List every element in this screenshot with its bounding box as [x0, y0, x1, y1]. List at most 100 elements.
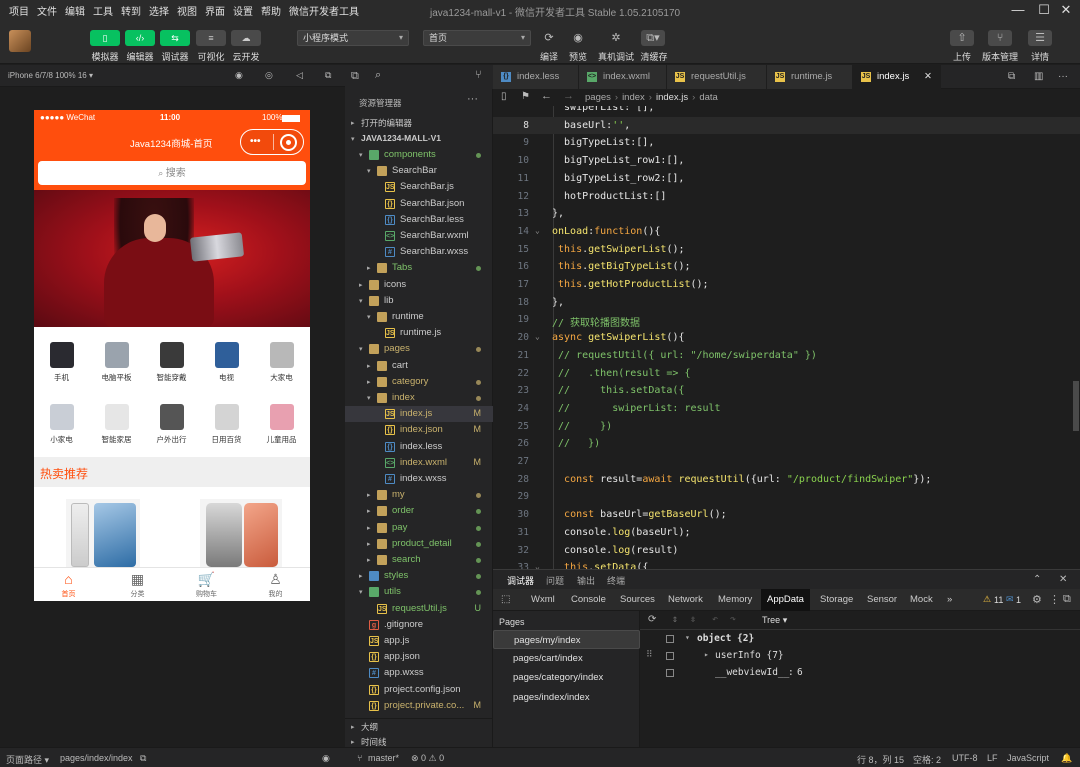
dock-icon[interactable]: ⧉ — [1063, 593, 1071, 606]
project-section[interactable]: ▾ JAVA1234-MALL-V1 — [345, 131, 493, 147]
tree-item[interactable]: ▸ styles — [345, 568, 493, 584]
code-line[interactable]: 33 ⌄ this.setData({ — [493, 559, 1080, 569]
tree-item[interactable]: # index.wxss — [345, 471, 493, 487]
code-line[interactable]: 14 ⌄ onLoad:function(){ — [493, 223, 1080, 241]
tree-item[interactable]: ▾ SearchBar — [345, 163, 493, 179]
drag-handle-icon[interactable]: ⠿ — [646, 650, 653, 660]
checkbox[interactable] — [666, 669, 674, 677]
toggle-sidebar-icon[interactable]: ▯ — [501, 91, 507, 102]
inspect-icon[interactable]: ⬚ — [501, 594, 510, 605]
tree-item[interactable]: # app.wxss — [345, 665, 493, 681]
search-input[interactable]: ⌕ 搜索 — [38, 161, 306, 185]
category-item[interactable]: 智能家居 — [89, 392, 144, 452]
home-icon[interactable]: ◎ — [265, 70, 273, 81]
code-line[interactable]: swiperList: [], — [493, 106, 1080, 117]
tree-item[interactable]: ▾ utils — [345, 584, 493, 600]
menu-item[interactable]: 工具 — [89, 3, 117, 18]
source-control-icon[interactable]: ⑂ — [475, 69, 482, 81]
eye-icon[interactable]: ◉ — [322, 753, 330, 764]
split-editor-icon[interactable]: ⧉ — [1008, 71, 1015, 82]
bookmark-icon[interactable]: ⚑ — [521, 91, 530, 102]
code-line[interactable]: 9 bigTypeList:[], — [493, 134, 1080, 152]
cloud-toggle[interactable]: ☁ — [231, 30, 261, 46]
tree-item[interactable]: JS app.js — [345, 633, 493, 649]
tree-item[interactable]: JS SearchBar.js — [345, 179, 493, 195]
tree-item[interactable]: ▸ pay — [345, 520, 493, 536]
category-item[interactable]: 智能穿戴 — [144, 330, 199, 390]
devtools-tab[interactable]: Memory — [718, 589, 752, 611]
indentation[interactable]: 空格: 2 — [913, 753, 941, 766]
code-line[interactable]: 17 this.getHotProductList(); — [493, 276, 1080, 294]
record-icon[interactable]: ◉ — [235, 70, 243, 81]
devtools-close-icon[interactable]: ✕ — [1059, 574, 1067, 585]
tree-item[interactable]: ▸ product_detail — [345, 536, 493, 552]
collapse-icon[interactable]: ⇳ — [690, 614, 696, 625]
tree-item[interactable]: {} project.private.co... M — [345, 698, 493, 714]
editor-tab[interactable]: JS index.js ✕ — [853, 65, 941, 89]
code-line[interactable]: 10 bigTypeList_row1:[], — [493, 152, 1080, 170]
tab-1[interactable]: ▦ 分类 — [103, 568, 172, 601]
code-line[interactable]: 21 // requestUtil({ url: "/home/swiperda… — [493, 347, 1080, 365]
category-item[interactable]: 电脑平板 — [89, 330, 144, 390]
editor-tab[interactable]: {} index.less — [493, 65, 579, 89]
popout-icon[interactable]: ⧉ — [325, 70, 331, 81]
gear-icon[interactable]: ⚙ — [1032, 593, 1042, 606]
code-line[interactable]: 24 // swiperList: result — [493, 400, 1080, 418]
mode-select[interactable]: 小程序模式 ▾ — [297, 30, 409, 46]
page-item[interactable]: pages/my/index — [493, 630, 640, 649]
more-icon[interactable]: ··· — [467, 93, 478, 105]
menu-item[interactable]: 视图 — [173, 3, 201, 18]
tree-item[interactable]: <> index.wxml M — [345, 455, 493, 471]
redo-icon[interactable]: ↷ — [730, 614, 736, 625]
category-item[interactable]: 儿童用品 — [254, 392, 309, 452]
code-line[interactable]: 19 // 获取轮播图数据 — [493, 311, 1080, 329]
devtools-collapse-icon[interactable]: ⌃ — [1033, 574, 1041, 585]
tree-item[interactable]: ▾ components — [345, 147, 493, 163]
back-icon[interactable]: ← — [541, 90, 552, 102]
breadcrumb-item[interactable]: data — [699, 92, 718, 103]
menu-item[interactable]: 转到 — [117, 3, 145, 18]
error-count[interactable]: 1 — [1016, 595, 1021, 605]
bell-icon[interactable]: 🔔 — [1061, 753, 1072, 764]
tree-item[interactable]: ▾ pages — [345, 341, 493, 357]
menu-item[interactable]: 选择 — [145, 3, 173, 18]
tab-2[interactable]: 🛒 购物车 — [172, 568, 241, 601]
code-line[interactable]: 29 — [493, 488, 1080, 506]
devtools-tab[interactable]: Console — [571, 589, 606, 611]
tree-item[interactable]: {} SearchBar.json — [345, 196, 493, 212]
encoding[interactable]: UTF-8 — [952, 753, 978, 763]
details-button[interactable]: ☰ — [1028, 30, 1052, 46]
search-icon[interactable]: ⌕ — [375, 69, 381, 82]
editor-tab[interactable]: <> index.wxml — [579, 65, 667, 89]
tree-item[interactable]: ▸ search — [345, 552, 493, 568]
category-item[interactable]: 大家电 — [254, 330, 309, 390]
chevron-down-icon[interactable]: ▾ — [685, 633, 690, 642]
data-row-userinfo[interactable]: ⠿ ▸ userInfo {7} — [640, 649, 1080, 665]
code-line[interactable]: 18}, — [493, 294, 1080, 312]
fold-icon[interactable]: ⌄ — [535, 226, 540, 235]
menu-item[interactable]: 设置 — [229, 3, 257, 18]
avatar[interactable] — [9, 30, 31, 52]
code-line[interactable]: 27 — [493, 453, 1080, 471]
code-editor[interactable]: swiperList: [], 8 baseUrl:'', 9 bigTypeLis… — [493, 106, 1080, 569]
language-mode[interactable]: JavaScript — [1007, 753, 1049, 763]
debugger-toggle[interactable]: ⇆ — [160, 30, 190, 46]
data-row-root[interactable]: ▾ object {2} — [640, 632, 1080, 648]
tree-item[interactable]: g .gitignore — [345, 617, 493, 633]
eol[interactable]: LF — [987, 753, 998, 763]
tree-item[interactable]: {} SearchBar.less — [345, 212, 493, 228]
devtools-top-tab[interactable]: 问题 — [546, 574, 564, 587]
view-mode-select[interactable]: Tree ▾ — [762, 615, 787, 626]
tab-0[interactable]: ⌂ 首页 — [34, 568, 103, 601]
data-row-webviewid[interactable]: __webviewId__ : 6 — [640, 666, 1080, 682]
tree-item[interactable]: ▸ category — [345, 374, 493, 390]
undo-icon[interactable]: ↶ — [712, 614, 718, 625]
category-item[interactable]: 日用百货 — [199, 392, 254, 452]
page-path-label[interactable]: 页面路径 ▾ — [6, 753, 49, 766]
files-icon[interactable]: ⧉ — [351, 70, 359, 83]
more-icon[interactable]: ··· — [1058, 71, 1068, 82]
tree-item[interactable]: <> SearchBar.wxml — [345, 228, 493, 244]
more-tabs-button[interactable]: » — [947, 589, 952, 611]
menu-item[interactable]: 项目 — [5, 3, 33, 18]
category-item[interactable]: 手机 — [34, 330, 89, 390]
